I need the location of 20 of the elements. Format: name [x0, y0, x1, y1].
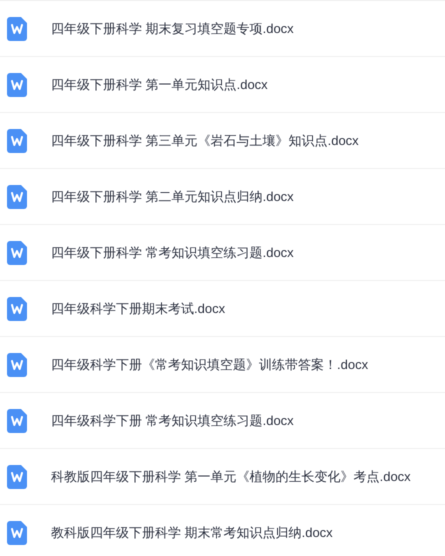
word-document-icon	[7, 520, 27, 544]
file-name[interactable]: 四年级科学下册期末考试.docx	[51, 298, 226, 318]
word-document-icon	[7, 296, 27, 320]
word-document-icon	[7, 352, 27, 376]
file-name[interactable]: 教科版四年级下册科学 期末常考知识点归纳.docx	[51, 522, 333, 542]
word-document-icon	[7, 408, 27, 432]
word-document-icon	[7, 72, 27, 96]
file-name[interactable]: 科教版四年级下册科学 第一单元《植物的生长变化》考点.docx	[51, 466, 411, 486]
file-name[interactable]: 四年级下册科学 期末复习填空题专项.docx	[51, 18, 294, 38]
file-name[interactable]: 四年级下册科学 常考知识填空练习题.docx	[51, 242, 294, 262]
file-name[interactable]: 四年级下册科学 第一单元知识点.docx	[51, 74, 268, 94]
file-name[interactable]: 四年级科学下册 常考知识填空练习题.docx	[51, 410, 294, 430]
word-document-icon	[7, 184, 27, 208]
word-document-icon	[7, 240, 27, 264]
file-name[interactable]: 四年级科学下册《常考知识填空题》训练带答案！.docx	[51, 354, 368, 374]
file-name[interactable]: 四年级下册科学 第三单元《岩石与土壤》知识点.docx	[51, 130, 359, 150]
file-name[interactable]: 四年级下册科学 第二单元知识点归纳.docx	[51, 186, 294, 206]
word-document-icon	[7, 464, 27, 488]
word-document-icon	[7, 128, 27, 152]
word-document-icon	[7, 16, 27, 40]
